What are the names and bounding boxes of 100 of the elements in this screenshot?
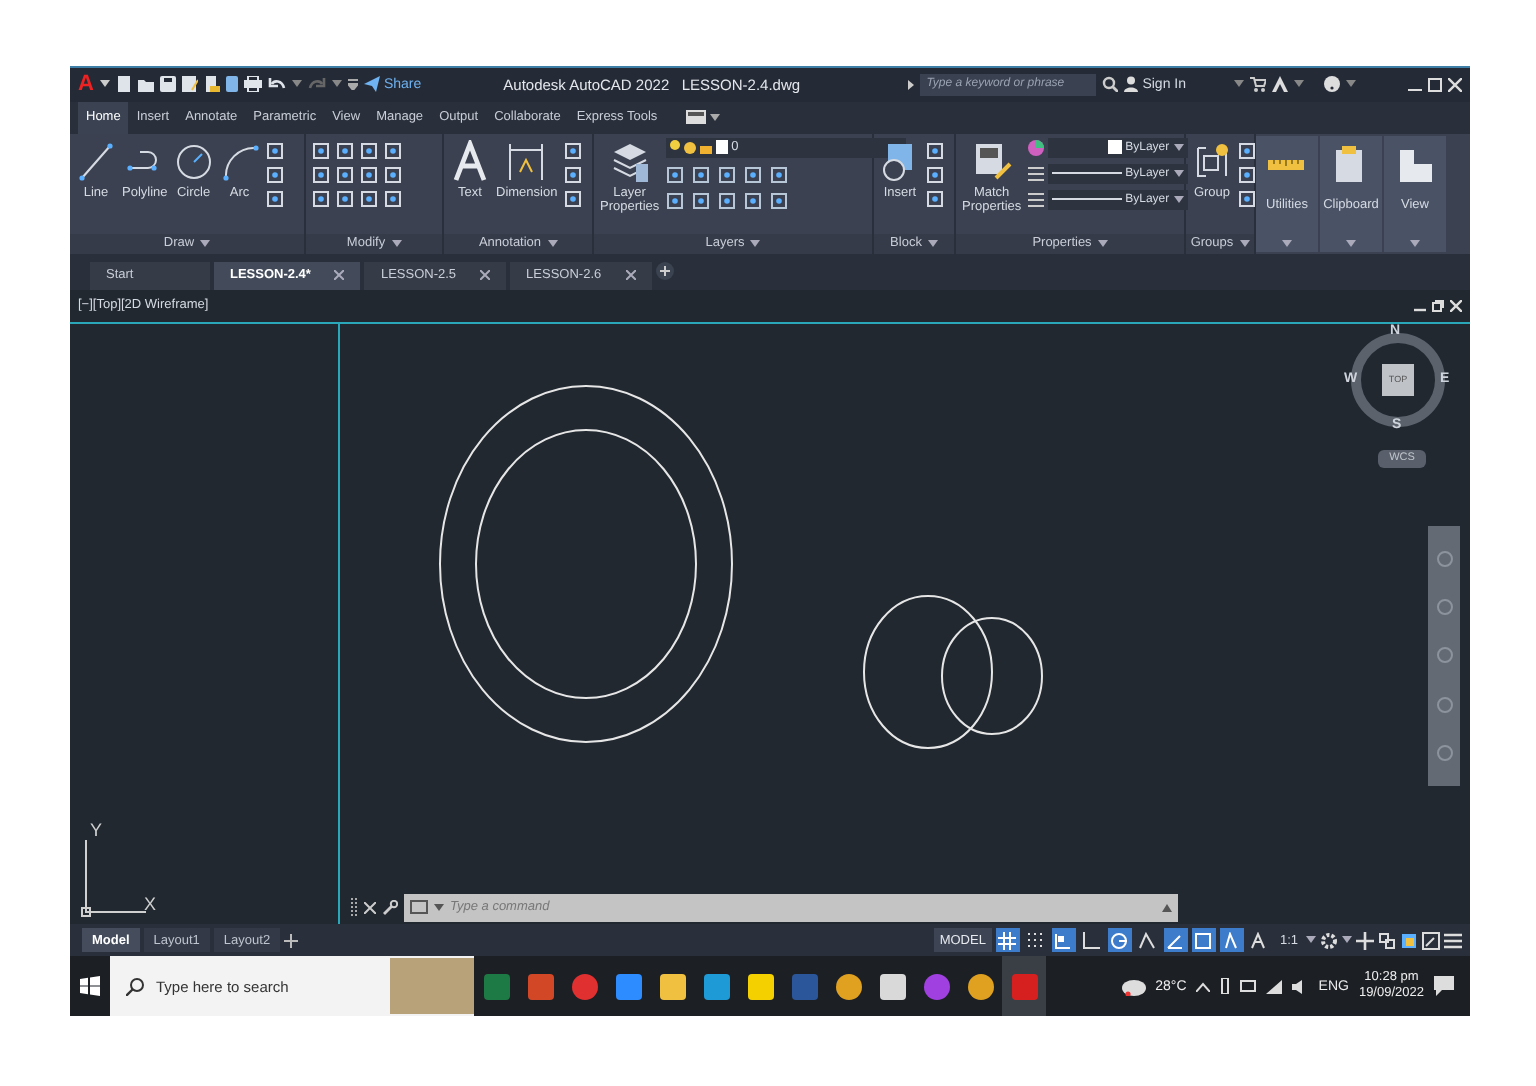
osnap-icon [1194, 931, 1213, 949]
layers-tool-icon [609, 139, 650, 182]
ortho-toggle[interactable] [1079, 928, 1104, 952]
arc-tool-icon [219, 139, 260, 182]
undo-icon[interactable] [267, 76, 286, 92]
caret-icon [1346, 80, 1356, 88]
tracking-toggle[interactable] [1163, 928, 1188, 952]
folder-icon[interactable] [137, 76, 154, 92]
caret-icon [99, 80, 110, 88]
cart-icon[interactable] [1250, 76, 1266, 92]
app-store-icon[interactable] [1272, 76, 1288, 92]
paper-plane-icon [363, 76, 380, 92]
caret-icon [1173, 195, 1184, 204]
maximize-icon[interactable] [1428, 77, 1442, 91]
plus-icon[interactable] [1356, 931, 1374, 949]
caret-icon [434, 903, 444, 912]
app-icon [703, 973, 729, 999]
battery-icon[interactable] [1240, 980, 1257, 992]
tracking-icon [1166, 931, 1185, 949]
autoscale-icon [1250, 931, 1269, 949]
printer-icon[interactable] [243, 76, 262, 92]
color-swatch-icon [1107, 140, 1122, 155]
caret-icon [200, 239, 211, 248]
snap-toggle[interactable] [1023, 928, 1048, 952]
plus-icon[interactable] [655, 262, 674, 281]
gear-icon[interactable] [1320, 931, 1338, 949]
arrow-right-icon [908, 79, 915, 89]
circle-tool-icon [173, 139, 214, 182]
color-swatch-icon [715, 140, 728, 155]
search-icon [126, 977, 144, 995]
app-icon [879, 973, 905, 999]
save-as-icon[interactable] [181, 76, 198, 92]
cloud-icon[interactable] [1121, 977, 1146, 995]
caret-icon [1097, 239, 1108, 248]
caret-icon [1282, 239, 1292, 248]
app-icon [527, 973, 553, 999]
menu-icon[interactable] [1444, 931, 1462, 949]
workspace-icon[interactable] [685, 110, 706, 125]
caret-icon [1306, 936, 1316, 944]
app-icon [967, 973, 993, 999]
annotation-toggle[interactable] [1219, 928, 1244, 952]
restore-icon[interactable] [1432, 299, 1444, 312]
user-icon [1124, 76, 1139, 92]
app-icon [791, 973, 817, 999]
redo-icon[interactable] [307, 76, 326, 92]
caret-icon [1173, 143, 1184, 152]
caret-icon [1234, 80, 1244, 88]
app-icon [835, 973, 861, 999]
fullscreen-icon[interactable] [1422, 931, 1440, 949]
plus-icon[interactable] [284, 933, 299, 947]
usb-icon[interactable] [1220, 978, 1231, 994]
isodraft-toggle[interactable] [1135, 928, 1160, 952]
close-icon[interactable] [364, 901, 376, 914]
app-icon [571, 973, 597, 999]
ucs-axes-icon [81, 838, 147, 917]
search-icon[interactable] [1102, 76, 1119, 92]
close-icon[interactable] [625, 270, 636, 281]
circle-shape [941, 616, 1043, 735]
compass-ring-icon[interactable] [1346, 327, 1450, 432]
dropdown-menu-icon[interactable] [347, 78, 358, 90]
isodraft-icon [1138, 931, 1157, 949]
caret-icon [1239, 239, 1250, 248]
app-icon [747, 973, 773, 999]
caret-icon [927, 239, 938, 248]
close-icon[interactable] [480, 270, 491, 281]
wifi-icon[interactable] [1266, 979, 1283, 993]
infer-icon [1054, 931, 1073, 949]
phone-icon[interactable] [225, 76, 238, 92]
close-icon[interactable] [1448, 77, 1462, 91]
ruler-icon [1268, 159, 1305, 170]
bulb-icon [669, 140, 680, 155]
windows-logo-icon[interactable] [80, 976, 100, 996]
wrench-icon[interactable] [382, 899, 398, 916]
osnap-toggle[interactable] [1191, 928, 1216, 952]
match-tool-icon [971, 139, 1012, 182]
polar-toggle[interactable] [1107, 928, 1132, 952]
app-icon [483, 973, 509, 999]
notification-icon[interactable] [1434, 976, 1454, 996]
lines-icon [1027, 191, 1044, 208]
caret-icon [291, 80, 302, 88]
axis-label: X [144, 893, 157, 914]
caret-icon [1173, 169, 1184, 178]
polar-icon [1110, 931, 1129, 949]
app-icon [1011, 973, 1037, 999]
lines-icon [1027, 165, 1044, 182]
new-file-icon[interactable] [115, 76, 132, 92]
grip-icon[interactable] [350, 897, 358, 918]
document-icon[interactable] [203, 76, 220, 92]
grid-toggle[interactable] [995, 928, 1020, 952]
infer-toggle[interactable] [1051, 928, 1076, 952]
caret-icon [1294, 80, 1304, 88]
caret-up-icon[interactable] [1162, 903, 1172, 912]
caret-icon [709, 113, 720, 122]
annotation-icon [1222, 931, 1241, 949]
command-icon [410, 900, 428, 915]
help-icon[interactable] [1324, 76, 1340, 92]
save-icon[interactable] [159, 76, 176, 92]
close-icon[interactable] [1450, 299, 1462, 312]
caret-icon [1342, 936, 1352, 944]
chevron-up-icon[interactable] [1196, 981, 1211, 991]
